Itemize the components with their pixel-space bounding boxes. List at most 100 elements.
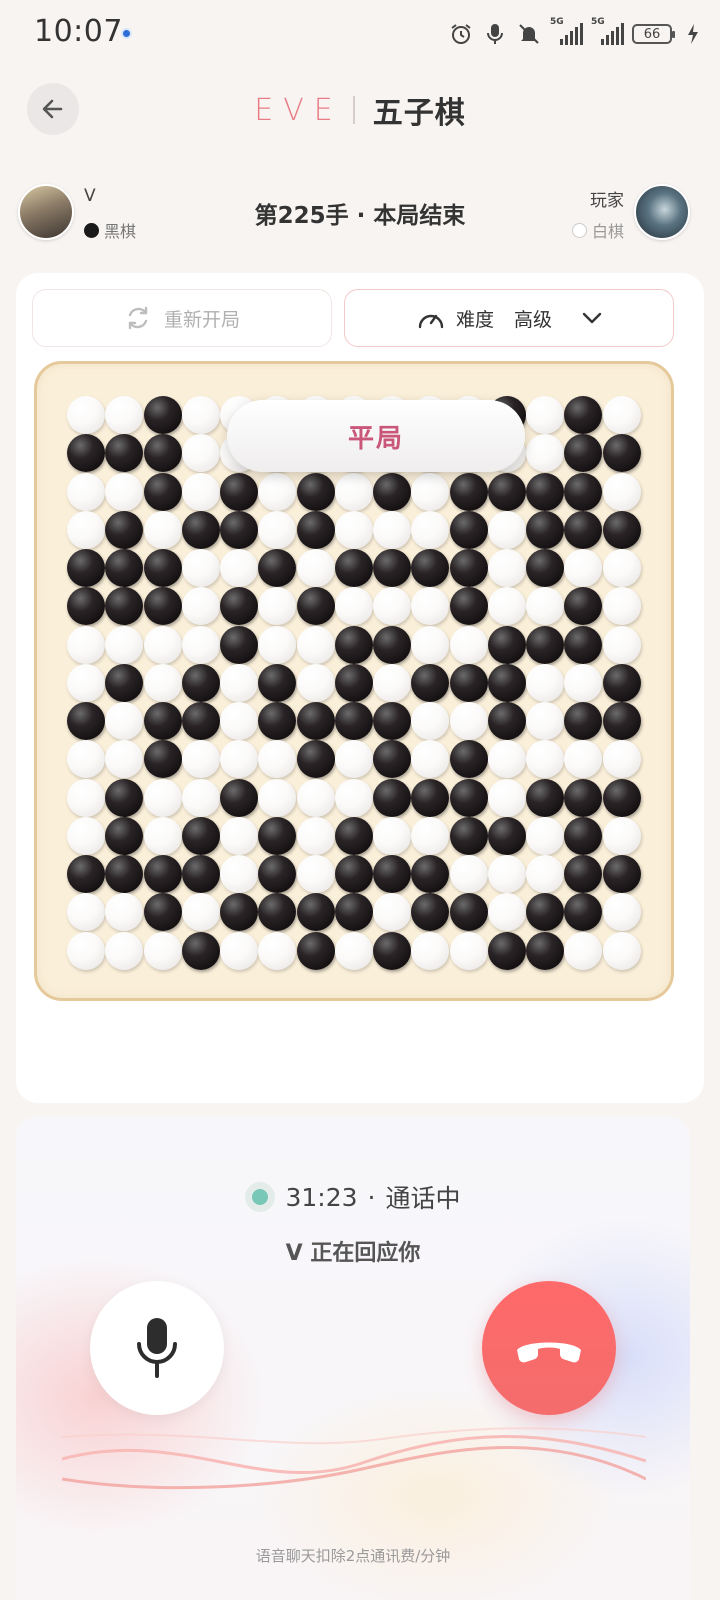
white-stone xyxy=(258,472,297,511)
black-stone xyxy=(526,472,565,511)
player-avatar[interactable] xyxy=(634,184,690,240)
white-stone xyxy=(411,931,450,970)
white-stone xyxy=(373,510,412,549)
white-stone xyxy=(602,472,641,511)
difficulty-value: 高级 xyxy=(514,308,553,331)
black-stone xyxy=(220,893,259,932)
black-stone xyxy=(105,587,144,626)
white-stone xyxy=(67,663,105,702)
black-stone xyxy=(334,549,373,588)
black-stone xyxy=(258,702,297,741)
white-stone xyxy=(143,510,182,549)
black-stone xyxy=(220,778,259,817)
white-stone xyxy=(181,625,220,664)
black-stone xyxy=(296,740,335,779)
black-stone xyxy=(143,740,182,779)
white-stone xyxy=(67,893,105,932)
black-stone xyxy=(526,778,565,817)
white-stone xyxy=(143,663,182,702)
game-card: 重新开局 难度 高级 平局 xyxy=(16,273,704,1103)
white-stone xyxy=(373,816,412,855)
black-stone xyxy=(411,549,450,588)
white-stone xyxy=(67,625,105,664)
black-stone xyxy=(373,931,412,970)
white-stone xyxy=(564,740,603,779)
white-stone xyxy=(449,702,488,741)
black-stone xyxy=(564,434,603,473)
black-stone xyxy=(564,702,603,741)
black-stone xyxy=(67,434,105,473)
black-stone xyxy=(143,396,182,434)
restart-label: 重新开局 xyxy=(163,308,240,331)
white-stone xyxy=(602,625,641,664)
live-indicator-icon xyxy=(245,1182,276,1212)
white-stone xyxy=(602,396,641,434)
black-stone xyxy=(181,663,220,702)
white-stone-icon xyxy=(571,222,587,238)
black-stone xyxy=(449,816,488,855)
voice-waveform xyxy=(62,1427,646,1490)
black-stone xyxy=(373,625,412,664)
black-stone xyxy=(449,778,488,817)
white-stone xyxy=(334,472,373,511)
white-stone xyxy=(526,434,565,473)
white-stone xyxy=(220,855,259,894)
mute-bell-icon xyxy=(516,21,542,47)
white-stone xyxy=(411,740,450,779)
white-stone xyxy=(487,778,526,817)
white-stone xyxy=(105,740,144,779)
black-stone xyxy=(602,434,641,473)
microphone-button[interactable] xyxy=(90,1281,224,1415)
black-stone xyxy=(181,816,220,855)
white-stone xyxy=(411,816,450,855)
black-stone xyxy=(296,472,335,511)
black-stone xyxy=(105,855,144,894)
black-stone xyxy=(67,549,105,588)
white-stone xyxy=(334,587,373,626)
white-stone xyxy=(602,931,641,970)
black-stone xyxy=(105,549,144,588)
white-stone xyxy=(181,587,220,626)
difficulty-select[interactable]: 难度 高级 xyxy=(344,289,674,347)
white-stone xyxy=(220,663,259,702)
black-stone xyxy=(67,855,105,894)
black-stone xyxy=(449,587,488,626)
hang-up-button[interactable] xyxy=(482,1281,616,1415)
white-stone xyxy=(487,510,526,549)
black-stone xyxy=(411,778,450,817)
white-stone xyxy=(67,740,105,779)
board-grid[interactable] xyxy=(67,396,641,970)
black-stone xyxy=(449,472,488,511)
black-stone xyxy=(67,702,105,741)
black-stone xyxy=(143,472,182,511)
white-stone xyxy=(258,778,297,817)
restart-button[interactable]: 重新开局 xyxy=(32,289,332,347)
black-stone xyxy=(220,472,259,511)
white-stone xyxy=(373,893,412,932)
fee-note: 语音聊天扣除2点通讯费/分钟 xyxy=(255,1547,451,1565)
black-stone xyxy=(487,472,526,511)
black-stone xyxy=(449,663,488,702)
black-stone xyxy=(105,663,144,702)
black-stone xyxy=(526,931,565,970)
black-stone xyxy=(373,778,412,817)
black-stone xyxy=(220,510,259,549)
white-stone xyxy=(67,396,105,434)
white-stone xyxy=(258,931,297,970)
white-stone xyxy=(296,625,335,664)
white-stone xyxy=(334,740,373,779)
black-stone xyxy=(181,855,220,894)
black-stone xyxy=(602,702,641,741)
header-title: EVE 五子棋 xyxy=(0,88,720,132)
black-stone xyxy=(105,510,144,549)
white-stone xyxy=(143,931,182,970)
black-stone xyxy=(334,702,373,741)
gomoku-board[interactable]: 平局 xyxy=(34,361,674,1001)
black-stone xyxy=(564,587,603,626)
white-stone xyxy=(296,663,335,702)
white-stone xyxy=(526,702,565,741)
white-stone xyxy=(258,740,297,779)
player-stone: 白棋 xyxy=(571,218,624,242)
black-stone xyxy=(602,855,641,894)
black-stone xyxy=(105,778,144,817)
